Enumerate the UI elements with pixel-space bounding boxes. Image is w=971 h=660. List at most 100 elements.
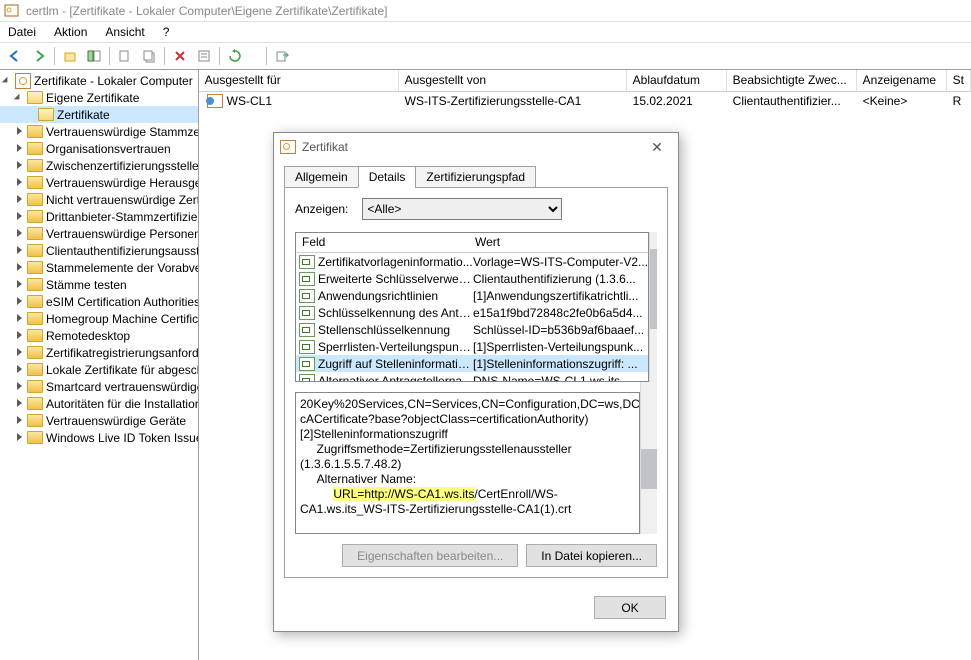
tree-item[interactable]: Stämme testen xyxy=(0,276,198,293)
tree-item[interactable]: Vertrauenswürdige Stammzertifizierungsst… xyxy=(0,123,198,140)
folder-icon xyxy=(27,91,43,104)
copy-to-file-button[interactable]: In Datei kopieren... xyxy=(526,544,657,567)
menu-action[interactable]: Aktion xyxy=(54,25,87,39)
col-status[interactable]: St xyxy=(947,70,971,91)
folder-icon xyxy=(27,227,43,240)
tab-path[interactable]: Zertifizierungspfad xyxy=(415,166,536,188)
extension-icon xyxy=(299,374,315,382)
refresh-button[interactable] xyxy=(224,45,246,67)
delete-button[interactable] xyxy=(169,45,191,67)
menu-help[interactable]: ? xyxy=(163,25,170,39)
tree-item[interactable]: Clientauthentifizierungsaussteller xyxy=(0,242,198,259)
back-button[interactable] xyxy=(4,45,26,67)
tree-item[interactable]: Zwischenzertifizierungsstellen xyxy=(0,157,198,174)
field-row[interactable]: Erweiterte Schlüsselverwen...Clientauthe… xyxy=(296,270,648,287)
properties-button[interactable] xyxy=(193,45,215,67)
tree-item[interactable]: Drittanbieter-Stammzertifizierungsstelle… xyxy=(0,208,198,225)
detail-textbox[interactable]: 20Key%20Services,CN=Services,CN=Configur… xyxy=(295,392,640,534)
cert-icon xyxy=(207,94,223,108)
tab-general[interactable]: Allgemein xyxy=(284,166,359,188)
folder-icon xyxy=(27,193,43,206)
field-row[interactable]: Zertifikatvorlageninformatio...Vorlage=W… xyxy=(296,253,648,270)
col-purpose[interactable]: Beabsichtigte Zwec... xyxy=(727,70,857,91)
tree-item[interactable]: Remotedesktop xyxy=(0,327,198,344)
folder-icon xyxy=(27,431,43,444)
tree-item[interactable]: Stammelemente der Vorabversion xyxy=(0,259,198,276)
tree-item[interactable]: Windows Live ID Token Issuer xyxy=(0,429,198,446)
tree-item[interactable]: eSIM Certification Authorities xyxy=(0,293,198,310)
detail-scrollbar[interactable] xyxy=(640,382,657,534)
tree-item[interactable]: Vertrauenswürdige Geräte xyxy=(0,412,198,429)
folder-icon xyxy=(27,363,43,376)
show-tree-button[interactable] xyxy=(83,45,105,67)
extension-icon xyxy=(299,357,315,371)
list-header: Ausgestellt für Ausgestellt von Ablaufda… xyxy=(199,70,971,92)
menu-file[interactable]: Datei xyxy=(8,25,36,39)
certificate-dialog: Zertifikat ✕ Allgemein Details Zertifizi… xyxy=(273,132,679,632)
col-value[interactable]: Wert xyxy=(469,233,648,252)
tree-certificates[interactable]: Zertifikate xyxy=(0,106,198,123)
folder-icon xyxy=(27,278,43,291)
field-row[interactable]: Sperrlisten-Verteilungspunkte[1]Sperrlis… xyxy=(296,338,648,355)
extension-icon xyxy=(299,255,315,269)
folder-icon xyxy=(27,329,43,342)
field-row[interactable]: Zugriff auf Stelleninformatio...[1]Stell… xyxy=(296,355,648,372)
folder-icon xyxy=(27,176,43,189)
cert-store-icon xyxy=(15,73,31,89)
list-row[interactable]: WS-CL1 WS-ITS-Zertifizierungsstelle-CA1 … xyxy=(199,92,971,110)
extension-icon xyxy=(299,272,315,286)
tab-pane-details: Anzeigen: <Alle> Feld Wert Zertifikatvor… xyxy=(284,187,668,578)
folder-icon xyxy=(27,159,43,172)
extension-icon xyxy=(299,306,315,320)
cert-icon xyxy=(280,140,296,154)
tab-details[interactable]: Details xyxy=(358,166,417,188)
col-expiry[interactable]: Ablaufdatum xyxy=(627,70,727,91)
export-button[interactable] xyxy=(271,45,293,67)
up-button[interactable] xyxy=(59,45,81,67)
tree-item[interactable]: Smartcard vertrauenswürdige Stämme xyxy=(0,378,198,395)
dialog-titlebar[interactable]: Zertifikat ✕ xyxy=(274,133,678,161)
forward-button[interactable] xyxy=(28,45,50,67)
fields-list[interactable]: Feld Wert Zertifikatvorlageninformatio..… xyxy=(295,232,649,382)
ok-button[interactable]: OK xyxy=(594,596,666,619)
folder-icon xyxy=(27,397,43,410)
folder-icon xyxy=(27,244,43,257)
tree-item[interactable]: Zertifikatregistrierungsanforderungen xyxy=(0,344,198,361)
copy-button[interactable] xyxy=(138,45,160,67)
tree-item[interactable]: Organisationsvertrauen xyxy=(0,140,198,157)
col-friendly[interactable]: Anzeigename xyxy=(857,70,947,91)
folder-icon xyxy=(27,414,43,427)
app-icon xyxy=(4,3,20,19)
folder-icon xyxy=(27,125,43,138)
folder-icon xyxy=(27,295,43,308)
field-row[interactable]: Anwendungsrichtlinien[1]Anwendungszertif… xyxy=(296,287,648,304)
edit-properties-button: Eigenschaften bearbeiten... xyxy=(342,544,518,567)
folder-icon xyxy=(27,312,43,325)
cut-button[interactable] xyxy=(114,45,136,67)
field-row[interactable]: Alternativer Antragstellerna...DNS-Name=… xyxy=(296,372,648,381)
col-issued-to[interactable]: Ausgestellt für xyxy=(199,70,399,91)
tree-item[interactable]: Nicht vertrauenswürdige Zertifikate xyxy=(0,191,198,208)
col-issued-by[interactable]: Ausgestellt von xyxy=(399,70,627,91)
window-title: certlm - [Zertifikate - Lokaler Computer… xyxy=(26,4,387,18)
dialog-title: Zertifikat xyxy=(302,140,348,154)
field-row[interactable]: Schlüsselkennung des Antra...e15a1f9bd72… xyxy=(296,304,648,321)
tree-item[interactable]: Vertrauenswürdige Personen xyxy=(0,225,198,242)
col-field[interactable]: Feld xyxy=(296,233,469,252)
field-row[interactable]: StellenschlüsselkennungSchlüssel-ID=b536… xyxy=(296,321,648,338)
tree-own-certs[interactable]: Eigene Zertifikate xyxy=(0,89,198,106)
folder-icon xyxy=(27,210,43,223)
folder-icon xyxy=(27,346,43,359)
tree-item[interactable]: Vertrauenswürdige Herausgeber xyxy=(0,174,198,191)
fields-scrollbar[interactable] xyxy=(649,232,657,382)
tree-item[interactable]: Lokale Zertifikate für abgeschlossene Si… xyxy=(0,361,198,378)
folder-icon xyxy=(27,142,43,155)
show-select[interactable]: <Alle> xyxy=(362,198,562,220)
tree-item[interactable]: Autoritäten für die Installation vertrau… xyxy=(0,395,198,412)
menu-view[interactable]: Ansicht xyxy=(105,25,144,39)
tree-root[interactable]: Zertifikate - Lokaler Computer xyxy=(0,72,198,89)
extension-icon xyxy=(299,289,315,303)
tree-item[interactable]: Homegroup Machine Certificates xyxy=(0,310,198,327)
close-button[interactable]: ✕ xyxy=(642,137,672,157)
extension-icon xyxy=(299,340,315,354)
